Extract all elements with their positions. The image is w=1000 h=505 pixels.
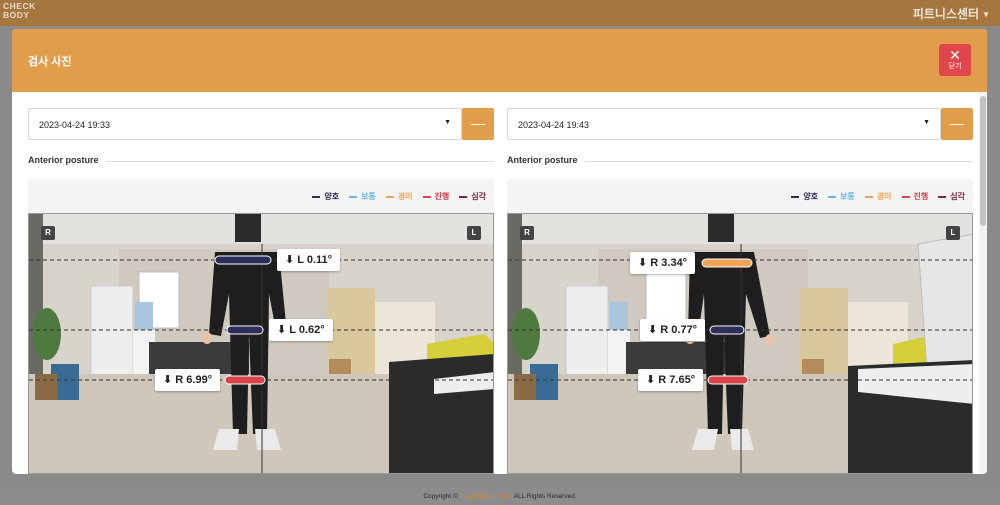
comparison-panel-left: 2023-04-24 19:33 ▼ — Anterior posture 양호… [28,92,494,474]
section-title: Anterior posture [28,155,99,165]
section-divider [106,161,494,162]
modal-header: 검사 사진 ✕ 닫기 [12,29,987,92]
date-select-value: 2023-04-24 19:43 [518,120,590,130]
legend-bar: 양호 보통 경미 진행 심각 [507,179,973,213]
legend-item: 심각 [938,191,965,202]
section-title: Anterior posture [507,155,578,165]
side-tag-right: R [520,226,534,240]
shoulder-angle-label: ⬇ R 3.34° [630,252,696,274]
modal-title: 검사 사진 [28,56,72,68]
app-bar: CHECK BODY 피트니스센터 ▼ [0,0,1000,26]
legend-item: 보통 [828,191,855,202]
exam-photo-modal: 검사 사진 ✕ 닫기 2023-04-24 19:33 ▼ — Anterior… [12,29,987,474]
status-legend: 양호 보통 경미 진행 심각 [791,191,965,202]
close-button[interactable]: ✕ 닫기 [939,44,971,76]
close-icon: ✕ [949,47,961,63]
knee-angle-label: ⬇ R 6.99° [155,369,221,391]
comparison-panel-right: 2023-04-24 19:43 ▼ — Anterior posture 양호… [507,92,973,474]
pelvis-angle-label: ⬇ L 0.62° [269,319,333,341]
legend-bar: 양호 보통 경미 진행 심각 [28,179,494,213]
remove-button-right[interactable]: — [941,108,973,140]
shoulder-angle-label: ⬇ L 0.11° [277,249,341,271]
close-button-label: 닫기 [948,63,962,70]
dropdown-caret-icon: ▼ [923,119,930,126]
posture-photo-illustration [508,214,972,473]
legend-item: 경미 [385,191,413,202]
section-divider [585,161,973,162]
center-selector[interactable]: 피트니스센터 ▼ [913,5,990,22]
dropdown-caret-icon: ▼ [444,119,451,126]
posture-photo-left: R L ⬇ L 0.11° ⬇ L 0.62° ⬇ R 6.99° [28,213,494,474]
legend-item: 보통 [349,191,376,202]
side-tag-left: L [946,226,960,240]
side-tag-right: R [41,226,55,240]
pelvis-angle-label: ⬇ R 0.77° [640,319,706,341]
date-select-value: 2023-04-24 19:33 [39,120,111,130]
side-tag-left: L [467,226,481,240]
legend-item: 양호 [791,191,818,202]
scrollbar-thumb[interactable] [980,96,986,226]
legend-item: 진행 [901,191,928,202]
center-name: 피트니스센터 [912,7,980,21]
date-select-left[interactable]: 2023-04-24 19:33 ▼ [28,108,462,140]
legend-item: 진행 [422,191,449,202]
remove-button-left[interactable]: — [462,108,494,140]
date-select-right[interactable]: 2023-04-24 19:43 ▼ [507,108,941,140]
legend-item: 경미 [864,191,892,202]
modal-scrollbar[interactable] [979,92,987,474]
app-logo[interactable]: CHECK BODY [3,2,36,20]
footer: Copyright © Team Elysium Inc. ALL Rights… [0,487,1000,505]
posture-photo-right: R L ⬇ R 3.34° ⬇ R 0.77° ⬇ R 7.65° [507,213,973,474]
knee-angle-label: ⬇ R 7.65° [638,369,704,391]
footer-brand: Team Elysium Inc. [459,493,513,500]
legend-item: 심각 [459,191,486,202]
posture-photo-illustration [29,214,493,473]
chevron-down-icon: ▼ [982,10,990,19]
legend-item: 양호 [312,191,339,202]
status-legend: 양호 보통 경미 진행 심각 [312,191,486,202]
